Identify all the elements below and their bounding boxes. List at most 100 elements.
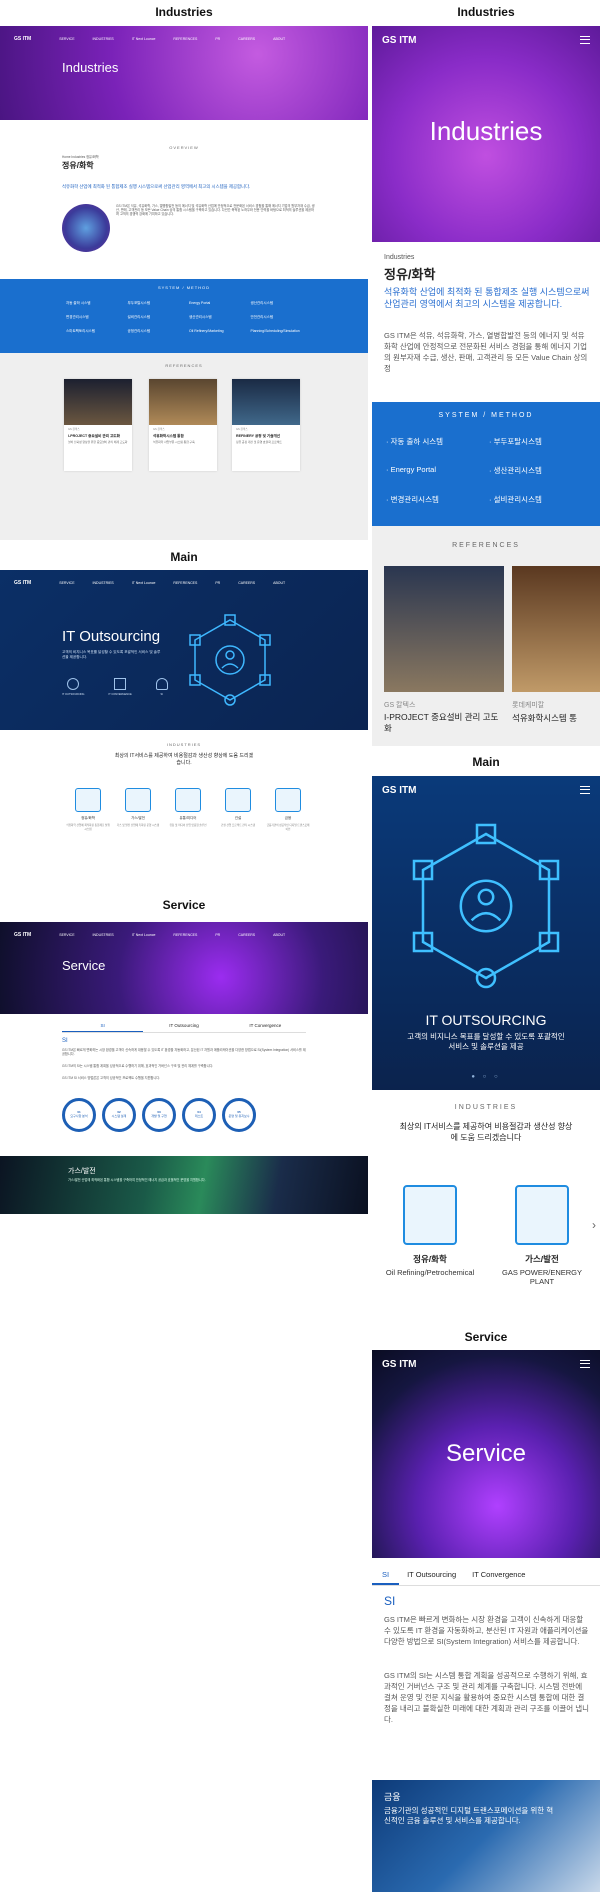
system-item[interactable]: 안전관리시스템	[251, 315, 307, 320]
tab-it-convergence[interactable]: IT Convergence	[464, 1566, 533, 1585]
nav-item-it-next[interactable]: IT Next Lounce	[132, 933, 156, 937]
hero-title: IT Outsourcing	[62, 628, 161, 645]
top-nav: GS ITM SERVICE INDUSTRIES IT Next Lounce…	[0, 26, 368, 52]
hero-title: Service	[445, 1440, 527, 1467]
gs-itm-logo[interactable]: GS ITM	[382, 1359, 416, 1370]
nav-item-references[interactable]: REFERENCES	[173, 933, 197, 937]
page-title: 정유/화학	[62, 161, 94, 170]
tab-it-outsourcing[interactable]: IT Outsourcing	[143, 1020, 224, 1032]
nav-item-about[interactable]: ABOUT	[273, 933, 285, 937]
desktop-service-hero: GS ITM SERVICE INDUSTRIES IT Next Lounce…	[0, 922, 368, 1014]
system-method-tag: SYSTEM / METHOD	[157, 285, 211, 290]
nav-item-it-next[interactable]: IT Next Lounce	[132, 581, 156, 585]
system-item[interactable]: · 생산관리시스템	[489, 465, 586, 476]
si-link[interactable]: SI	[155, 678, 168, 696]
system-item[interactable]: 생산관리시스템	[189, 315, 245, 320]
it-convergence-link[interactable]: IT CONVERGENCE	[108, 678, 132, 696]
gs-itm-logo[interactable]: GS ITM	[14, 36, 31, 42]
system-item[interactable]: · 자동 출하 시스템	[386, 436, 483, 447]
reference-image	[149, 379, 217, 425]
industry-construction[interactable]: 건설 건설 산업 프로젝트 관리 시스템	[216, 788, 260, 828]
nav-item-service[interactable]: SERVICE	[59, 581, 74, 585]
tab-si[interactable]: SI	[62, 1020, 144, 1032]
nav-item-careers[interactable]: CAREERS	[238, 933, 255, 937]
tab-si[interactable]: SI	[372, 1566, 400, 1585]
system-item[interactable]: 변경관리시스템	[66, 315, 122, 320]
finance-desc: 금융기관의 성공적인 디지털 트랜스포메이션을 위한 혁신적인 금융 솔루션 및…	[384, 1806, 554, 1825]
system-item[interactable]: 생산관리시스템	[251, 301, 307, 306]
outsourcing-icon	[67, 678, 80, 690]
system-item[interactable]: 설비관리시스템	[128, 315, 184, 320]
nav-item-careers[interactable]: CAREERS	[238, 37, 255, 41]
hamburger-menu-icon[interactable]	[580, 36, 590, 44]
process-step: 04 테스트	[182, 1098, 216, 1132]
hero-subtitle: 고객의 비지니스 목표를 달성할 수 있도록 포괄적인 서비스 및 솔루션을 제…	[62, 650, 161, 659]
industry-desc: 석유화학 산업에 최적화된 통합제조 실행 시스템	[66, 824, 110, 831]
industry-gas[interactable]: 가스/발전 GAS POWER/ENERGY PLANT	[492, 1185, 592, 1286]
industry-en: GAS POWER/ENERGY PLANT	[501, 1268, 582, 1286]
si-paragraph-3: GS ITM SI 서비스 방법론은 고객의 성공적인 프로젝트 수행을 지원합…	[62, 1076, 161, 1080]
reference-image[interactable]	[512, 566, 600, 692]
process-step: 03 개발 및 구현	[142, 1098, 176, 1132]
system-item[interactable]: 부두포탈시스템	[128, 301, 184, 306]
system-item[interactable]: · 변경관리시스템	[386, 494, 483, 505]
references-tag: REFERENCES	[165, 363, 203, 368]
it-outsourcing-link[interactable]: IT OUTSOURCING	[62, 678, 84, 696]
nav-item-industries[interactable]: INDUSTRIES	[93, 933, 114, 937]
system-item[interactable]: Oil Refinery/Marketing	[189, 329, 245, 334]
industry-oil[interactable]: 정유/화학 석유화학 산업에 최적화된 통합제조 실행 시스템	[66, 788, 110, 831]
nav-item-pr[interactable]: PR	[215, 37, 220, 41]
hamburger-menu-icon[interactable]	[580, 1360, 590, 1368]
hamburger-menu-icon[interactable]	[580, 786, 590, 794]
industry-oil[interactable]: 정유/화학 Oil Refining/Petrochemical	[380, 1185, 480, 1277]
step-label: 운영 및 유지보수	[228, 1114, 250, 1118]
nav-item-references[interactable]: REFERENCES	[173, 37, 197, 41]
reference-image[interactable]	[384, 566, 504, 692]
nav-item-service[interactable]: SERVICE	[59, 37, 74, 41]
gs-itm-logo[interactable]: GS ITM	[382, 35, 416, 46]
industries-tag: INDUSTRIES	[166, 742, 202, 747]
system-item[interactable]: · 설비관리시스템	[489, 494, 586, 505]
system-method-band: SYSTEM / METHOD 자동 출하 시스템 부두포탈시스템 Energy…	[0, 279, 368, 353]
nav-item-it-next[interactable]: IT Next Lounce	[132, 37, 156, 41]
system-item[interactable]: 자동 출하 시스템	[66, 301, 122, 306]
carousel-dots[interactable]: ● ○ ○	[372, 1074, 600, 1080]
desktop-service-content: SI IT Outsourcing IT Convergence SI GS I…	[0, 1014, 368, 1154]
nav-item-service[interactable]: SERVICE	[59, 933, 74, 937]
system-item[interactable]: 스마트팩토리시스템	[66, 329, 122, 334]
finance-banner[interactable]: 금융 금융기관의 성공적인 디지털 트랜스포메이션을 위한 혁신적인 금융 솔루…	[372, 1780, 600, 1892]
reference-card[interactable]: GS 칼텍스 석유화학시스템 통합 석유화학 사업부문 시스템 통합 구축	[149, 379, 217, 471]
nav-item-industries[interactable]: INDUSTRIES	[93, 581, 114, 585]
gas-power-banner[interactable]: 가스/발전 가스/발전 산업에 최적화된 통합 시스템을 구축하여 안정적인 에…	[0, 1156, 368, 1214]
system-method-tag: SYSTEM / METHOD	[438, 412, 534, 419]
nav-item-about[interactable]: ABOUT	[273, 581, 285, 585]
nav-item-industries[interactable]: INDUSTRIES	[93, 37, 114, 41]
reference-image	[232, 379, 300, 425]
si-paragraph-1: GS ITM은 빠르게 변화하는 시장 환경을 고객이 신속하게 대응할 수 있…	[62, 1048, 306, 1057]
chevron-right-icon[interactable]: ›	[592, 1218, 596, 1232]
gs-itm-logo[interactable]: GS ITM	[14, 580, 31, 586]
section-label-service: Service	[464, 1330, 508, 1344]
system-item[interactable]: · Energy Portal	[386, 465, 483, 476]
reference-card[interactable]: GS 칼텍스 REFINERY 공정 및 기술개선 정유 공정 개선 및 운영 …	[232, 379, 300, 471]
industry-desc: 건설 산업 프로젝트 관리 시스템	[221, 824, 255, 827]
nav-item-references[interactable]: REFERENCES	[173, 581, 197, 585]
nav-item-careers[interactable]: CAREERS	[238, 581, 255, 585]
system-item[interactable]: Energy Portal	[189, 301, 245, 306]
gs-itm-logo[interactable]: GS ITM	[14, 932, 31, 938]
industry-gas[interactable]: 가스/발전 가스 및 발전 산업에 특화된 운영 시스템	[116, 788, 160, 828]
gs-itm-logo[interactable]: GS ITM	[382, 785, 416, 796]
system-item[interactable]: Planning/Scheduling/Simulation	[251, 329, 307, 334]
system-item[interactable]: 공정관리시스템	[128, 329, 184, 334]
reference-card[interactable]: GS 칼텍스 I-PROJECT 중요설비 관리 고도화 설비 신뢰성 향상을 …	[64, 379, 132, 471]
industry-finance[interactable]: 금융 금융기관의 성공적인 디지털 트랜스포메이션	[266, 788, 310, 831]
reference-title: I-PROJECT 중요설비 관리 고도화	[384, 712, 499, 733]
tab-it-outsourcing[interactable]: IT Outsourcing	[399, 1566, 464, 1585]
nav-item-pr[interactable]: PR	[215, 933, 220, 937]
nav-item-pr[interactable]: PR	[215, 581, 220, 585]
system-item[interactable]: · 부두포탈시스템	[489, 436, 586, 447]
nav-item-about[interactable]: ABOUT	[273, 37, 285, 41]
tab-it-convergence[interactable]: IT Convergence	[225, 1020, 306, 1032]
industry-retail[interactable]: 유통/미디어 유통 및 미디어 산업 맞춤형 솔루션	[166, 788, 210, 828]
step-label: 요구사항 분석	[70, 1114, 88, 1118]
